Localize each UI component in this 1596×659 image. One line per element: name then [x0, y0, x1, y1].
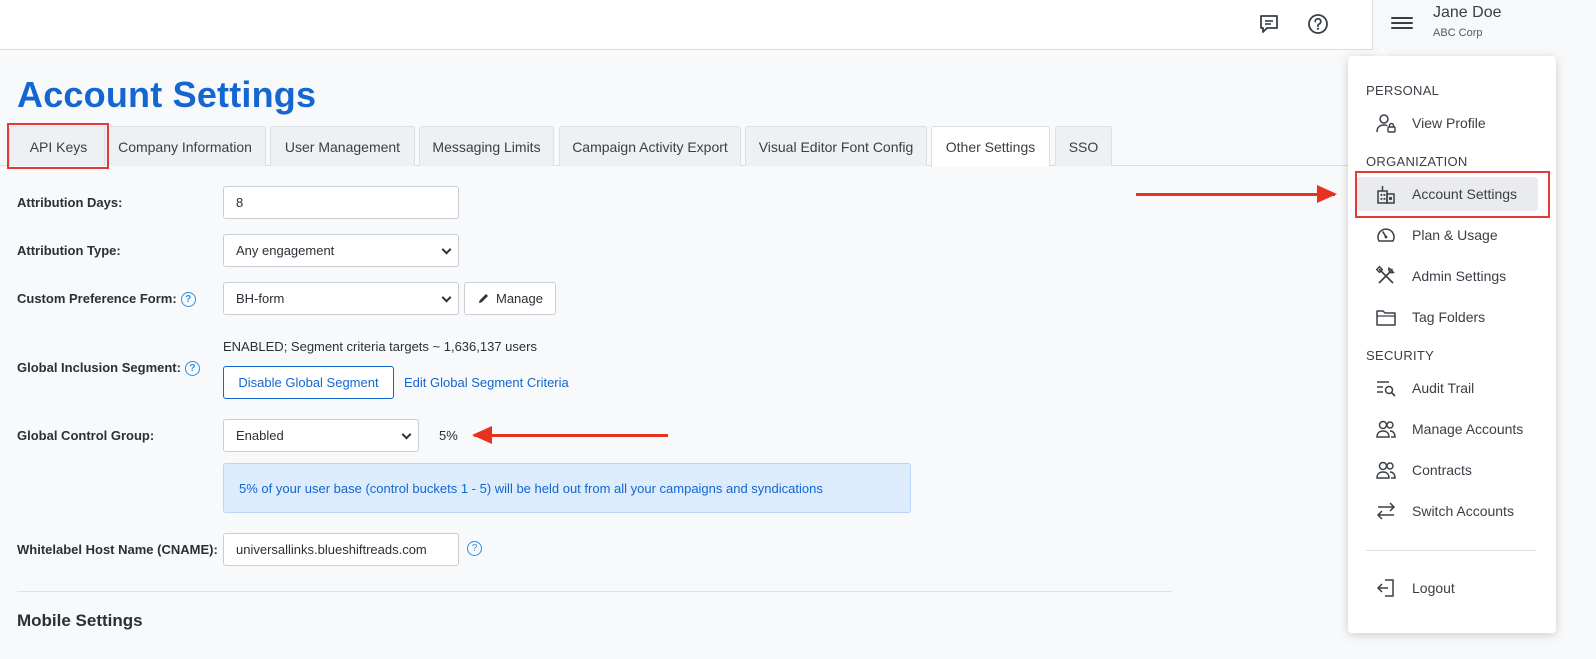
tab-company-information[interactable]: Company Information [104, 126, 266, 166]
whitelabel-host-label: Whitelabel Host Name (CNAME): [17, 542, 218, 557]
menu-item-contracts[interactable]: Contracts [1356, 453, 1538, 487]
top-bar: Jane Doe ABC Corp [0, 0, 1596, 50]
help-icon[interactable] [1306, 12, 1330, 36]
global-control-group-select[interactable]: Enabled [223, 419, 419, 452]
page-title: Account Settings [17, 74, 317, 115]
menu-item-view-profile[interactable]: View Profile [1356, 106, 1538, 140]
attribution-days-input[interactable]: 8 [223, 186, 459, 219]
tab-other-settings[interactable]: Other Settings [931, 126, 1050, 167]
menu-item-switch-accounts[interactable]: Switch Accounts [1356, 494, 1538, 528]
attribution-type-value: Any engagement [236, 243, 335, 258]
manage-button-label: Manage [496, 291, 543, 306]
menu-item-audit-trail[interactable]: Audit Trail [1356, 371, 1538, 405]
tab-sso[interactable]: SSO [1055, 126, 1112, 166]
control-group-percent: 5% [439, 428, 458, 443]
swap-arrows-icon [1374, 499, 1398, 523]
chevron-down-icon [441, 244, 452, 255]
tab-user-management[interactable]: User Management [270, 126, 415, 166]
mobile-settings-title: Mobile Settings [17, 611, 143, 630]
gauge-icon [1374, 223, 1398, 247]
hamburger-icon[interactable] [1391, 14, 1413, 34]
menu-item-label: Switch Accounts [1412, 503, 1514, 519]
menu-item-label: Contracts [1412, 462, 1472, 478]
user-menu-trigger[interactable]: Jane Doe ABC Corp [1372, 0, 1596, 50]
attribution-type-label: Attribution Type: [17, 243, 121, 258]
list-search-icon [1374, 376, 1398, 400]
global-control-group-value: Enabled [236, 428, 284, 443]
menu-item-label: Account Settings [1412, 186, 1518, 202]
menu-item-label: Manage Accounts [1412, 421, 1524, 437]
menu-item-label: Tag Folders [1412, 309, 1486, 325]
edit-global-segment-link[interactable]: Edit Global Segment Criteria [404, 375, 569, 390]
menu-item-label: Admin Settings [1412, 268, 1507, 284]
building-gear-icon [1374, 182, 1398, 206]
section-divider [17, 591, 1172, 592]
global-inclusion-segment-label: Global Inclusion Segment:? [17, 360, 200, 377]
users-icon [1374, 458, 1398, 482]
menu-item-label: View Profile [1412, 115, 1486, 131]
attribution-days-label: Attribution Days: [17, 195, 123, 210]
menu-item-label: Plan & Usage [1412, 227, 1498, 243]
menu-section-personal: PERSONAL [1366, 83, 1440, 98]
global-inclusion-segment-label-text: Global Inclusion Segment: [17, 360, 181, 375]
custom-preference-form-select[interactable]: BH-form [223, 282, 459, 315]
menu-item-admin-settings[interactable]: Admin Settings [1356, 259, 1538, 293]
annotation-arrow-left [472, 426, 668, 444]
menu-section-security: SECURITY [1366, 348, 1435, 363]
global-control-group-label: Global Control Group: [17, 428, 155, 443]
tab-visual-editor-font-config[interactable]: Visual Editor Font Config [745, 126, 927, 166]
pencil-icon [479, 294, 488, 303]
custom-preference-form-label: Custom Preference Form:? [17, 291, 196, 308]
global-segment-status: ENABLED; Segment criteria targets ~ 1,63… [223, 339, 537, 354]
logout-icon [1374, 576, 1398, 600]
feedback-icon[interactable] [1257, 12, 1281, 36]
menu-divider [1366, 550, 1536, 551]
menu-item-tag-folders[interactable]: Tag Folders [1356, 300, 1538, 334]
users-icon [1374, 417, 1398, 441]
menu-item-label: Logout [1412, 580, 1455, 596]
user-dropdown-menu: PERSONAL View Profile ORGANIZATION Accou… [1348, 56, 1556, 633]
help-icon[interactable]: ? [184, 361, 200, 377]
user-name: Jane Doe [1433, 4, 1502, 21]
user-org: ABC Corp [1433, 27, 1483, 39]
control-group-info-box: 5% of your user base (control buckets 1 … [223, 463, 911, 513]
menu-item-manage-accounts[interactable]: Manage Accounts [1356, 412, 1538, 446]
tab-campaign-activity-export[interactable]: Campaign Activity Export [559, 126, 741, 166]
annotation-arrow-right [1136, 185, 1337, 203]
disable-global-segment-button[interactable]: Disable Global Segment [223, 366, 394, 399]
help-icon[interactable]: ? [467, 541, 482, 556]
attribution-type-select[interactable]: Any engagement [223, 234, 459, 267]
user-lock-icon [1374, 111, 1398, 135]
folder-icon [1374, 305, 1398, 329]
menu-item-label: Audit Trail [1412, 380, 1475, 396]
chevron-down-icon [441, 292, 452, 303]
menu-item-plan-usage[interactable]: Plan & Usage [1356, 218, 1538, 252]
tab-api-keys[interactable]: API Keys [9, 126, 108, 166]
menu-section-organization: ORGANIZATION [1366, 154, 1468, 169]
menu-item-account-settings[interactable]: Account Settings [1356, 177, 1538, 211]
chevron-down-icon [401, 429, 412, 440]
tab-messaging-limits[interactable]: Messaging Limits [419, 126, 554, 166]
manage-button[interactable]: Manage [464, 282, 556, 315]
help-icon[interactable]: ? [180, 292, 196, 308]
custom-preference-form-label-text: Custom Preference Form: [17, 291, 177, 306]
tab-bar: API Keys Company Information User Manage… [0, 126, 1372, 167]
menu-item-logout[interactable]: Logout [1356, 571, 1538, 605]
tools-icon [1374, 264, 1398, 288]
whitelabel-host-input[interactable]: universallinks.blueshiftreads.com [223, 533, 459, 566]
custom-preference-form-value: BH-form [236, 291, 285, 306]
